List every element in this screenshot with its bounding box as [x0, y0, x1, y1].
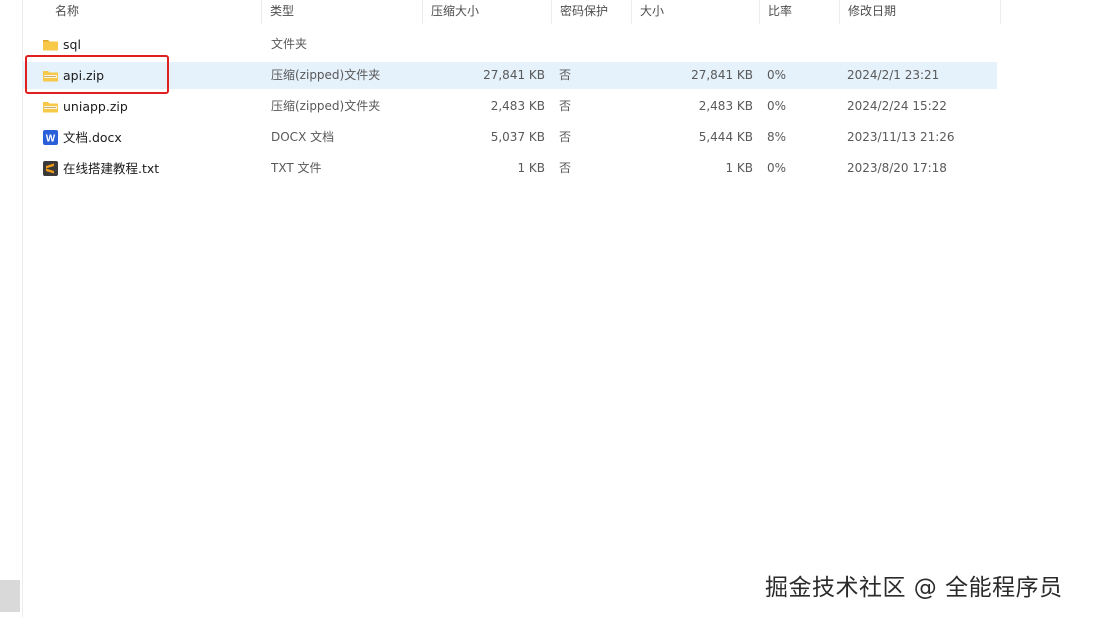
file-size: 2,483 KB	[698, 99, 753, 113]
file-ratio: 8%	[767, 130, 787, 144]
folder-icon	[42, 37, 59, 52]
navigation-scrollbar-thumb[interactable]	[0, 580, 20, 612]
column-header-name-label: 名称	[55, 4, 80, 18]
file-row[interactable]: sql 文件夹	[22, 31, 997, 58]
file-packed-size: 2,483 KB	[490, 99, 545, 113]
zip-folder-icon	[42, 99, 59, 114]
column-header-ratio[interactable]: 比率	[760, 0, 840, 24]
file-type: 压缩(zipped)文件夹	[271, 68, 381, 82]
column-header-modified-label: 修改日期	[848, 4, 897, 18]
column-header-row: 名称 ^ 类型 压缩大小 密码保护 大小 比率 修改日期	[22, 0, 1001, 24]
file-packed-size: 5,037 KB	[490, 130, 545, 144]
column-header-modified[interactable]: 修改日期	[840, 0, 1001, 24]
file-type: 文件夹	[271, 37, 308, 51]
file-ratio: 0%	[767, 161, 787, 175]
file-password: 否	[559, 161, 572, 175]
file-name-cell[interactable]: W 文档.docx	[42, 124, 262, 151]
word-document-icon: W	[42, 130, 59, 145]
file-type: 压缩(zipped)文件夹	[271, 99, 381, 113]
file-modified: 2024/2/24 15:22	[847, 99, 947, 113]
file-row[interactable]: W 文档.docx DOCX 文档 5,037 KB 否 5,444 KB 8%…	[22, 124, 997, 151]
zip-folder-icon	[42, 68, 59, 83]
file-row[interactable]: uniapp.zip 压缩(zipped)文件夹 2,483 KB 否 2,48…	[22, 93, 997, 120]
file-password: 否	[559, 99, 572, 113]
column-header-packed-size[interactable]: 压缩大小	[423, 0, 552, 24]
column-header-ratio-label: 比率	[768, 4, 793, 18]
file-row-selected[interactable]: api.zip 压缩(zipped)文件夹 27,841 KB 否 27,841…	[22, 62, 997, 89]
sublime-text-file-icon	[42, 161, 59, 176]
file-name: uniapp.zip	[63, 99, 128, 114]
file-size: 5,444 KB	[698, 130, 753, 144]
file-type: TXT 文件	[271, 161, 322, 175]
column-header-type-label: 类型	[270, 4, 295, 18]
file-name-cell[interactable]: sql	[42, 31, 262, 58]
file-row[interactable]: 在线搭建教程.txt TXT 文件 1 KB 否 1 KB 0% 2023/8/…	[22, 155, 997, 182]
file-password: 否	[559, 68, 572, 82]
file-modified: 2024/2/1 23:21	[847, 68, 940, 82]
column-header-size-label: 大小	[640, 4, 665, 18]
file-name: api.zip	[63, 68, 105, 83]
file-name: sql	[63, 37, 81, 52]
column-header-size[interactable]: 大小	[632, 0, 760, 24]
sort-caret-icon: ^	[152, 0, 160, 5]
column-header-password[interactable]: 密码保护	[552, 0, 632, 24]
svg-text:W: W	[46, 134, 56, 145]
file-explorer-window: 名称 ^ 类型 压缩大小 密码保护 大小 比率 修改日期 sql 文件夹 api…	[0, 0, 1094, 617]
file-modified: 2023/11/13 21:26	[847, 130, 955, 144]
file-modified: 2023/8/20 17:18	[847, 161, 947, 175]
file-packed-size: 27,841 KB	[483, 68, 545, 82]
file-name: 在线搭建教程.txt	[63, 161, 160, 176]
file-ratio: 0%	[767, 99, 787, 113]
column-header-packed-size-label: 压缩大小	[431, 4, 480, 18]
file-name: 文档.docx	[63, 130, 122, 145]
file-name-cell[interactable]: api.zip	[42, 62, 262, 89]
column-header-password-label: 密码保护	[560, 4, 609, 18]
file-name-cell[interactable]: 在线搭建教程.txt	[42, 155, 262, 182]
file-size: 1 KB	[725, 161, 753, 175]
column-header-type[interactable]: 类型	[262, 0, 423, 24]
column-header-name[interactable]: 名称 ^	[22, 0, 262, 24]
watermark: 掘金技术社区 @ 全能程序员	[765, 575, 1063, 601]
navigation-pane[interactable]	[0, 0, 23, 617]
file-type: DOCX 文档	[271, 130, 335, 144]
file-packed-size: 1 KB	[517, 161, 545, 175]
file-size: 27,841 KB	[691, 68, 753, 82]
file-name-cell[interactable]: uniapp.zip	[42, 93, 262, 120]
file-password: 否	[559, 130, 572, 144]
file-ratio: 0%	[767, 68, 787, 82]
